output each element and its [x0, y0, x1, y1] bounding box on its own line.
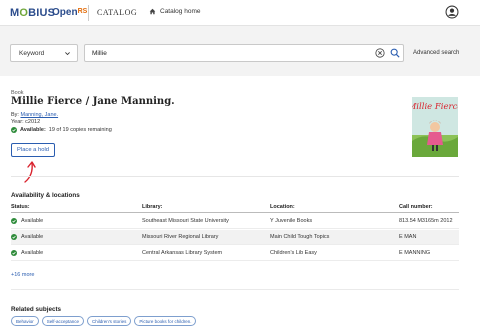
mobius-logo[interactable]: MOBIUS: [10, 7, 55, 19]
location-cell: Y Juvenile Books: [270, 218, 313, 224]
location-cell: Main Child Tough Topics: [270, 234, 330, 240]
subject-chip[interactable]: Children's stories: [87, 316, 132, 326]
annotation-arrow-icon: [24, 161, 36, 183]
header-divider: [88, 5, 89, 21]
top-header: MOBIUS OpenRS CATALOG Catalog home: [0, 0, 480, 26]
advanced-search-link[interactable]: Advanced search: [413, 50, 459, 56]
catalog-label[interactable]: CATALOG: [97, 8, 137, 17]
by-label: By:: [11, 112, 19, 118]
table-row: Available Missouri River Regional Librar…: [11, 230, 459, 245]
status-text: Available: [21, 234, 44, 240]
chevron-down-icon: [65, 52, 70, 56]
record-year: Year: c2012: [11, 119, 41, 125]
status-cell: Available: [11, 250, 43, 256]
library-cell: Missouri River Regional Library: [142, 234, 219, 240]
column-location: Location:: [270, 204, 295, 210]
status-cell: Available: [11, 218, 43, 224]
available-check-icon: [11, 234, 17, 240]
related-subjects-heading: Related subjects: [11, 306, 62, 313]
subject-chip[interactable]: Behavior: [11, 316, 39, 326]
record-title: Millie Fierce / Jane Manning.: [11, 96, 175, 107]
place-hold-button[interactable]: Place a hold: [11, 143, 55, 157]
library-cell: Central Arkansas Library System: [142, 250, 223, 256]
catalog-home-link[interactable]: Catalog home: [149, 8, 200, 15]
book-cover-image[interactable]: Millie Fierce: [412, 97, 458, 157]
status-text: Available: [21, 250, 44, 256]
show-more-link[interactable]: +16 more: [11, 272, 34, 278]
availability-count: 19 of 19 copies remaining: [48, 127, 112, 133]
search-scope-select[interactable]: Keyword: [10, 44, 78, 62]
cover-title: Millie Fierce: [412, 102, 458, 112]
user-account-icon[interactable]: [445, 5, 459, 19]
column-status: Status:: [11, 204, 30, 210]
availability-summary: Available: 19 of 19 copies remaining: [11, 127, 112, 133]
subject-chip[interactable]: Self-acceptance: [41, 316, 85, 326]
available-check-icon: [11, 218, 17, 224]
search-input[interactable]: Millie: [84, 44, 404, 62]
status-text: Available: [21, 218, 44, 224]
openrs-logo[interactable]: OpenRS: [52, 7, 87, 18]
table-row: Available Southeast Missouri State Unive…: [11, 214, 459, 229]
section-divider: [11, 176, 459, 177]
clear-search-icon[interactable]: [375, 48, 385, 58]
call-number-cell: E MAN: [399, 234, 417, 240]
search-scope-value: Keyword: [19, 50, 45, 57]
availability-heading: Availability & locations: [11, 192, 80, 199]
call-number-cell: 813.54 M3165m 2012: [399, 218, 453, 224]
search-icon[interactable]: [390, 48, 400, 58]
search-query-value: Millie: [92, 50, 107, 57]
record-author-line: By: Manning, Jane.: [11, 112, 58, 118]
table-row: Available Central Arkansas Library Syste…: [11, 246, 459, 261]
author-link[interactable]: Manning, Jane.: [20, 112, 58, 118]
catalog-home-label: Catalog home: [160, 8, 201, 15]
available-check-icon: [11, 250, 17, 256]
status-cell: Available: [11, 234, 43, 240]
available-check-icon: [11, 127, 17, 133]
subject-chip[interactable]: Picture books for children.: [134, 316, 197, 326]
section-divider: [11, 289, 459, 290]
location-cell: Children's Lib Easy: [270, 250, 317, 256]
column-library: Library:: [142, 204, 163, 210]
subject-chip-list: Behavior Self-acceptance Children's stor…: [11, 316, 197, 326]
column-call-number: Call number:: [399, 204, 433, 210]
home-icon: [149, 8, 156, 15]
availability-label: Available:: [20, 127, 46, 133]
library-cell: Southeast Missouri State University: [142, 218, 229, 224]
call-number-cell: E MANNING: [399, 250, 431, 256]
availability-table-header: Status: Library: Location: Call number:: [11, 202, 459, 213]
